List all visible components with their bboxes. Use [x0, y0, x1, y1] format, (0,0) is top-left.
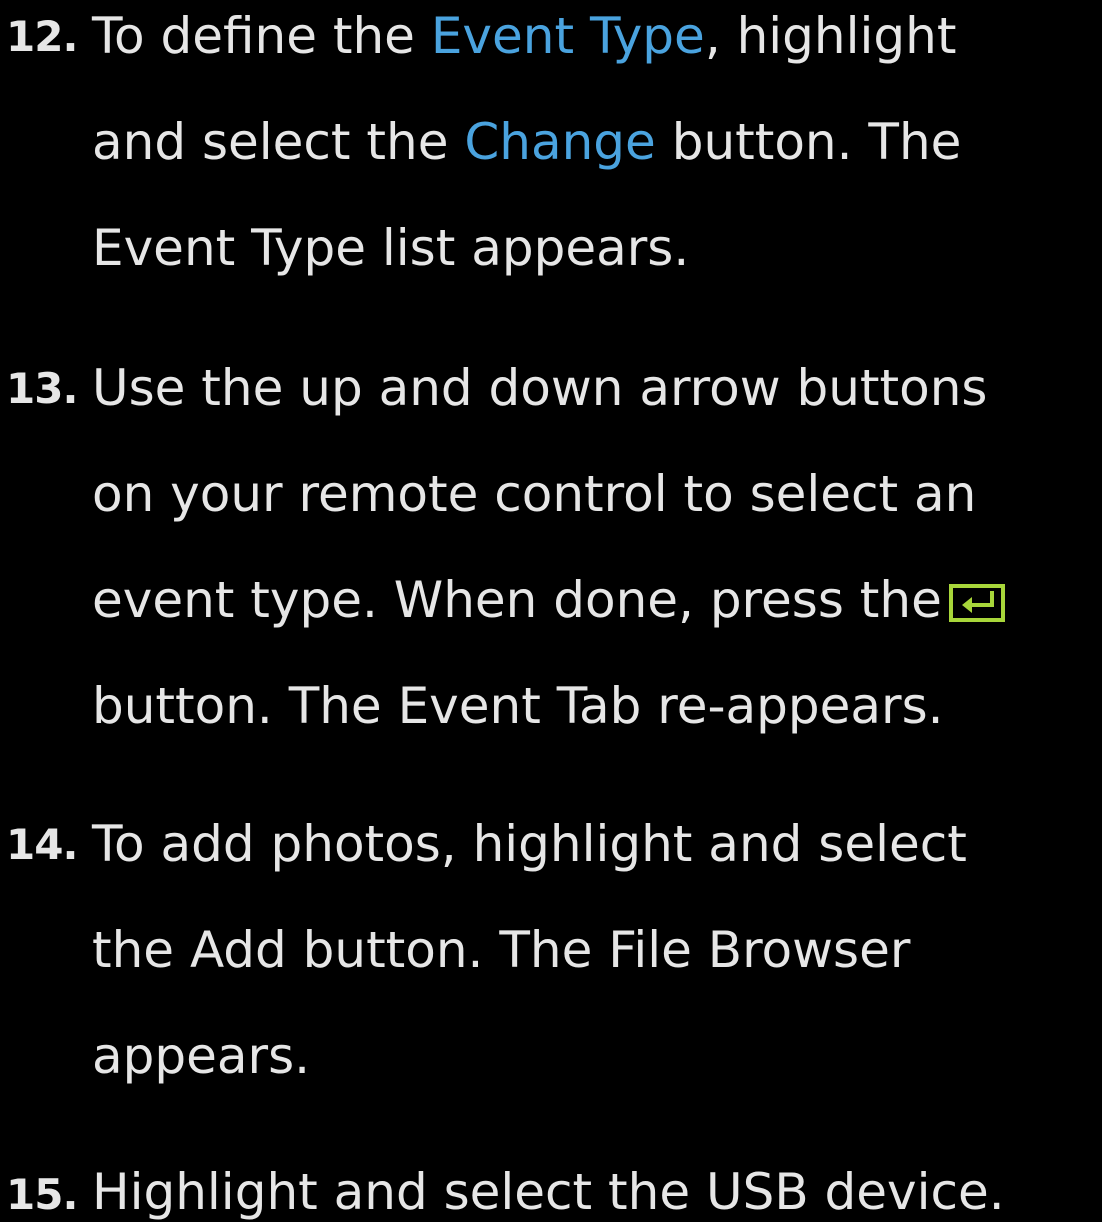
enter-icon: [948, 576, 1006, 636]
step-text: button. The: [655, 113, 962, 171]
change-term: Change: [464, 113, 656, 171]
step-line: To add photos, highlight and select: [92, 815, 967, 873]
step-text: event type. When done, press the: [92, 571, 942, 629]
step-line: the Add button. The File Browser: [92, 921, 911, 979]
step-line: appears.: [92, 1027, 311, 1085]
step-line: event type. When done, press the: [92, 570, 1006, 636]
step-number: 15.: [6, 1170, 78, 1219]
step-number: 14.: [6, 820, 78, 869]
step-text: and select the: [92, 113, 465, 171]
step-line: button. The Event Tab re-appears.: [92, 677, 944, 735]
step-text: To define the: [92, 7, 431, 65]
step-text: , highlight: [704, 7, 957, 65]
step-line: To define the Event Type, highlight: [92, 6, 956, 66]
step-line: Highlight and select the USB device.: [92, 1163, 1005, 1221]
step-number: 12.: [6, 12, 78, 61]
step-number: 13.: [6, 364, 78, 413]
event-type-term: Event Type: [430, 7, 705, 65]
step-line: on your remote control to select an: [92, 465, 977, 523]
step-line: Use the up and down arrow buttons: [92, 359, 988, 417]
step-line: Event Type list appears.: [92, 219, 690, 277]
step-line: and select the Change button. The: [92, 112, 961, 172]
